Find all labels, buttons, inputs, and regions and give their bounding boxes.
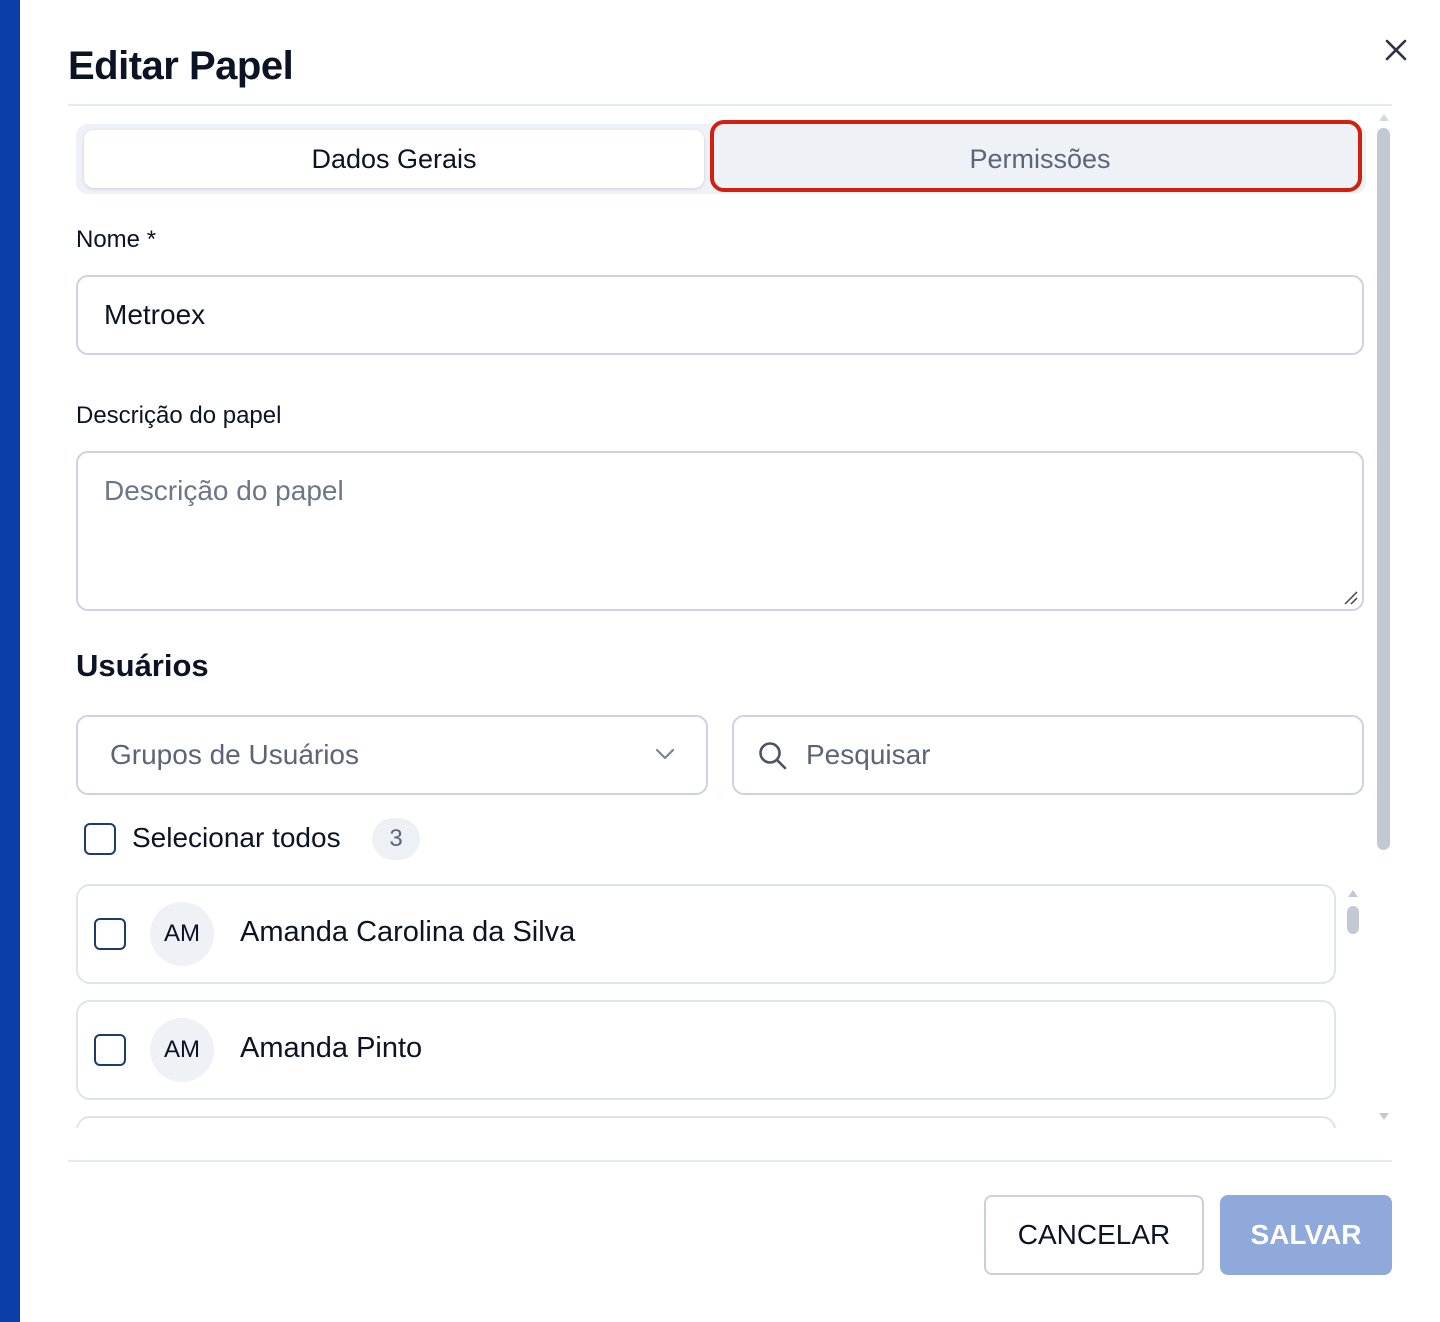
edit-role-dialog: Editar Papel Dados Gerais Permissões Nom… <box>20 0 1440 1322</box>
user-name: Amanda Pinto <box>240 1032 423 1064</box>
cancel-button[interactable]: CANCELAR <box>984 1195 1204 1275</box>
user-groups-select[interactable]: Grupos de Usuários <box>76 715 708 795</box>
scroll-down-arrow-icon[interactable] <box>1378 1112 1390 1122</box>
dialog-scrollbar[interactable] <box>1374 112 1394 1128</box>
search-placeholder: Pesquisar <box>806 739 931 770</box>
description-label: Descrição do papel <box>76 402 282 429</box>
search-input[interactable]: Pesquisar <box>732 715 1364 795</box>
user-checkbox[interactable] <box>94 1034 126 1066</box>
close-icon <box>1385 39 1407 61</box>
user-list-item[interactable]: AM Amanda Carolina da Silva <box>76 884 1336 984</box>
header-divider <box>68 104 1392 106</box>
chevron-down-icon <box>655 748 675 760</box>
avatar: AM <box>150 1018 214 1082</box>
footer-divider <box>68 1160 1392 1162</box>
background-strip <box>0 0 20 1322</box>
tab-bar: Dados Gerais Permissões <box>76 124 1366 194</box>
dialog-title: Editar Papel <box>68 44 294 88</box>
user-name: Amanda Carolina da Silva <box>240 916 576 948</box>
users-section-title: Usuários <box>76 648 209 683</box>
user-list-item[interactable]: AM Amanda Pinto <box>76 1000 1336 1100</box>
search-icon <box>759 742 787 770</box>
user-checkbox[interactable] <box>94 918 126 950</box>
close-button[interactable] <box>1376 30 1416 70</box>
name-label: Nome * <box>76 226 157 253</box>
user-list: AM Amanda Carolina da Silva AM Amanda Pi… <box>20 880 1380 1128</box>
resize-handle-icon[interactable] <box>1342 589 1358 605</box>
description-placeholder: Descrição do papel <box>104 475 344 506</box>
name-input[interactable]: Metroex <box>76 275 1364 355</box>
dialog-scrollbar-thumb[interactable] <box>1377 128 1390 850</box>
description-textarea[interactable]: Descrição do papel <box>76 451 1364 611</box>
save-button[interactable]: SALVAR <box>1220 1195 1392 1275</box>
tab-permissoes[interactable]: Permissões <box>722 130 1358 188</box>
user-groups-placeholder: Grupos de Usuários <box>110 739 360 770</box>
select-all-label: Selecionar todos <box>132 822 341 853</box>
select-all-checkbox[interactable] <box>84 823 116 855</box>
avatar: AM <box>150 902 214 966</box>
tab-dados-gerais[interactable]: Dados Gerais <box>84 130 704 188</box>
scroll-up-arrow-icon[interactable] <box>1347 888 1359 898</box>
user-list-item-partial[interactable] <box>76 1116 1336 1128</box>
name-input-value: Metroex <box>104 299 206 330</box>
inner-scrollbar-thumb[interactable] <box>1347 906 1359 934</box>
scroll-up-arrow-icon[interactable] <box>1378 112 1390 122</box>
user-count-badge: 3 <box>372 818 420 860</box>
